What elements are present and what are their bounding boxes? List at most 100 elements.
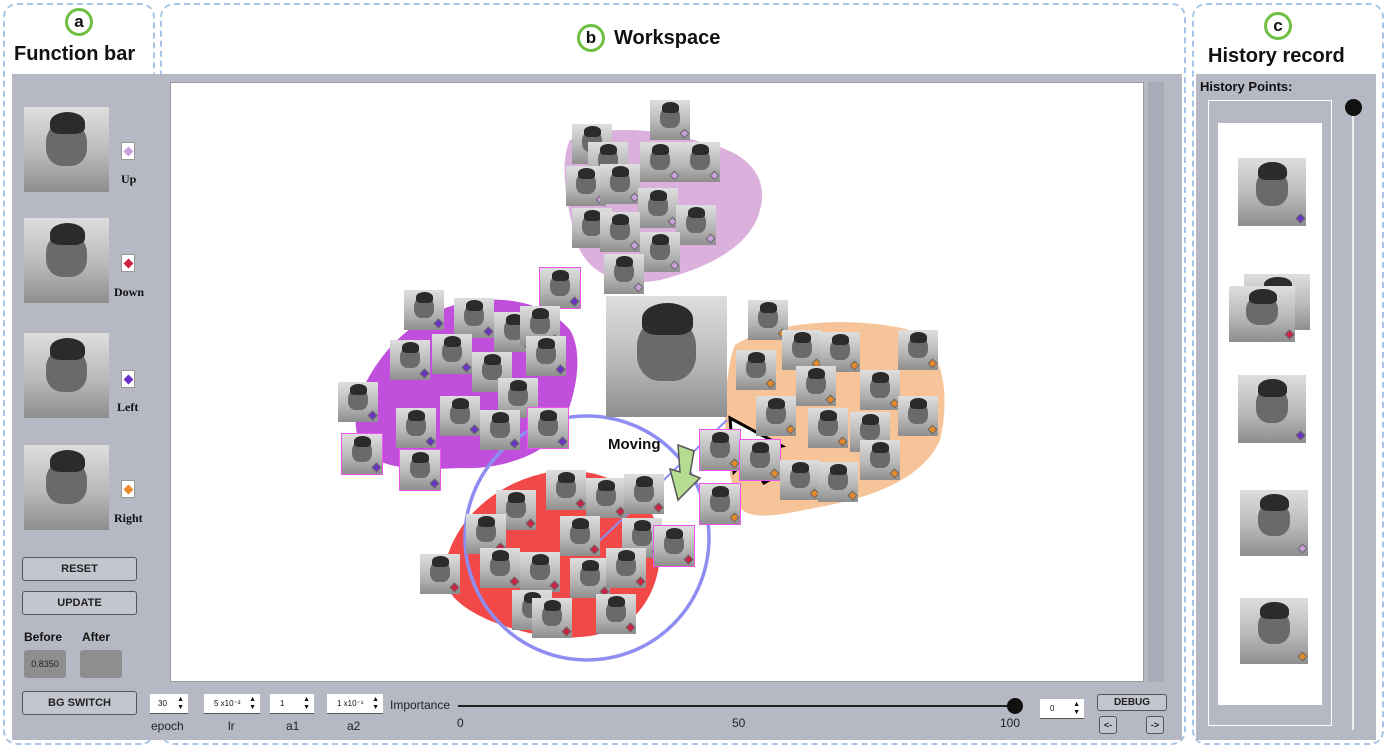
face-thumbnail[interactable] — [640, 142, 680, 182]
face-thumbnail[interactable] — [420, 554, 460, 594]
face-thumbnail[interactable] — [604, 254, 644, 294]
face-thumbnail[interactable] — [818, 462, 858, 502]
face-thumbnail[interactable] — [680, 142, 720, 182]
face-thumbnail[interactable] — [653, 525, 695, 567]
face-thumbnail[interactable] — [756, 396, 796, 436]
face-thumbnail[interactable] — [780, 460, 820, 500]
class-diamond-icon — [371, 462, 382, 473]
history-item-5[interactable] — [1240, 598, 1308, 664]
face-thumbnail[interactable] — [440, 396, 480, 436]
class-diamond-icon — [575, 498, 586, 509]
spin-arrows-icon[interactable]: ▲ ▼ — [303, 696, 310, 712]
history-slider-handle[interactable] — [1345, 99, 1362, 116]
face-thumbnail[interactable] — [860, 370, 900, 410]
class-diamond-icon — [509, 576, 520, 587]
class-diamond-icon — [669, 260, 680, 271]
class-diamond-icon — [419, 368, 430, 379]
face-thumbnail[interactable] — [526, 336, 566, 376]
face-thumbnail[interactable] — [898, 396, 938, 436]
face-thumbnail[interactable] — [480, 548, 520, 588]
a1-spinbox[interactable]: 1 ▲ ▼ — [270, 694, 314, 714]
class-diamond-icon — [1297, 651, 1308, 662]
face-thumbnail[interactable] — [808, 408, 848, 448]
face-thumbnail[interactable] — [586, 478, 626, 518]
class-diamond-icon — [927, 424, 938, 435]
face-thumbnail[interactable] — [676, 205, 716, 245]
importance-tick-100: 100 — [1000, 716, 1021, 730]
class-diamond-icon — [525, 518, 536, 529]
prev-button[interactable]: <- — [1099, 716, 1117, 734]
face-thumbnail[interactable] — [650, 100, 690, 140]
history-slider-track[interactable] — [1352, 110, 1354, 730]
spin-arrows-icon[interactable]: ▲ ▼ — [249, 696, 256, 712]
spin-arrows-icon[interactable]: ▲ ▼ — [177, 696, 184, 712]
class-diamond-icon — [709, 170, 720, 181]
class-diamond-icon — [825, 394, 836, 405]
face-thumbnail[interactable] — [739, 439, 781, 481]
face-thumbnail[interactable] — [341, 433, 383, 475]
face-thumbnail[interactable] — [596, 594, 636, 634]
importance-slider[interactable] — [458, 705, 1015, 707]
face-thumbnail[interactable] — [570, 558, 610, 598]
face-thumbnail[interactable] — [480, 410, 520, 450]
class-diamond-icon — [429, 478, 440, 489]
history-item-2[interactable] — [1229, 286, 1295, 342]
face-thumbnail[interactable] — [454, 298, 494, 338]
spin-arrows-icon[interactable]: ▲ ▼ — [372, 696, 379, 712]
face-thumbnail[interactable] — [736, 350, 776, 390]
face-thumbnail[interactable] — [699, 483, 741, 525]
class-diamond-icon — [449, 582, 460, 593]
history-item-1[interactable] — [1238, 158, 1306, 226]
epoch-value: 30 — [158, 699, 167, 708]
face-thumbnail[interactable] — [527, 407, 569, 449]
class-diamond-icon — [633, 282, 644, 293]
a2-spinbox[interactable]: 1 x10⁻¹ ▲ ▼ — [327, 694, 383, 714]
face-thumbnail[interactable] — [399, 449, 441, 491]
face-thumbnail[interactable] — [624, 474, 664, 514]
face-thumbnail[interactable] — [860, 440, 900, 480]
face-thumbnail[interactable] — [606, 548, 646, 588]
face-thumbnail[interactable] — [532, 598, 572, 638]
index-spinbox[interactable]: 0 ▲ ▼ — [1040, 699, 1084, 719]
class-diamond-icon — [769, 468, 780, 479]
class-diamond-icon — [847, 490, 858, 501]
face-thumbnail[interactable] — [600, 164, 640, 204]
face-thumbnail[interactable] — [520, 552, 560, 592]
face-thumbnail[interactable] — [699, 429, 741, 471]
face-thumbnail[interactable] — [390, 340, 430, 380]
face-thumbnail[interactable] — [640, 232, 680, 272]
face-thumbnail[interactable] — [404, 290, 444, 330]
class-diamond-icon — [669, 170, 680, 181]
history-item-4[interactable] — [1240, 490, 1308, 556]
face-thumbnail[interactable] — [796, 366, 836, 406]
next-button[interactable]: -> — [1146, 716, 1164, 734]
hover-preview-image — [606, 296, 727, 417]
class-diamond-icon — [927, 358, 938, 369]
importance-tick-0: 0 — [457, 716, 464, 730]
class-diamond-icon — [629, 240, 640, 251]
class-diamond-icon — [367, 410, 378, 421]
class-diamond-icon — [469, 424, 480, 435]
debug-button[interactable]: DEBUG — [1097, 694, 1167, 711]
lr-spinbox[interactable]: 5 x10⁻³ ▲ ▼ — [204, 694, 260, 714]
class-diamond-icon — [1297, 543, 1308, 554]
index-value: 0 — [1050, 704, 1055, 713]
importance-slider-handle[interactable] — [1007, 698, 1023, 714]
face-thumbnail[interactable] — [782, 330, 822, 370]
face-thumbnail[interactable] — [432, 334, 472, 374]
face-thumbnail[interactable] — [539, 267, 581, 309]
face-thumbnail[interactable] — [600, 212, 640, 252]
face-thumbnail[interactable] — [638, 188, 678, 228]
spin-arrows-icon[interactable]: ▲ ▼ — [1073, 701, 1080, 717]
face-thumbnail[interactable] — [560, 516, 600, 556]
history-item-3[interactable] — [1238, 375, 1306, 443]
face-thumbnail[interactable] — [898, 330, 938, 370]
face-thumbnail[interactable] — [396, 408, 436, 448]
face-thumbnail[interactable] — [338, 382, 378, 422]
class-diamond-icon — [705, 233, 716, 244]
class-diamond-icon — [1295, 213, 1306, 224]
a1-value: 1 — [280, 699, 285, 708]
face-thumbnail[interactable] — [546, 470, 586, 510]
epoch-spinbox[interactable]: 30 ▲ ▼ — [150, 694, 188, 714]
class-diamond-icon — [837, 436, 848, 447]
